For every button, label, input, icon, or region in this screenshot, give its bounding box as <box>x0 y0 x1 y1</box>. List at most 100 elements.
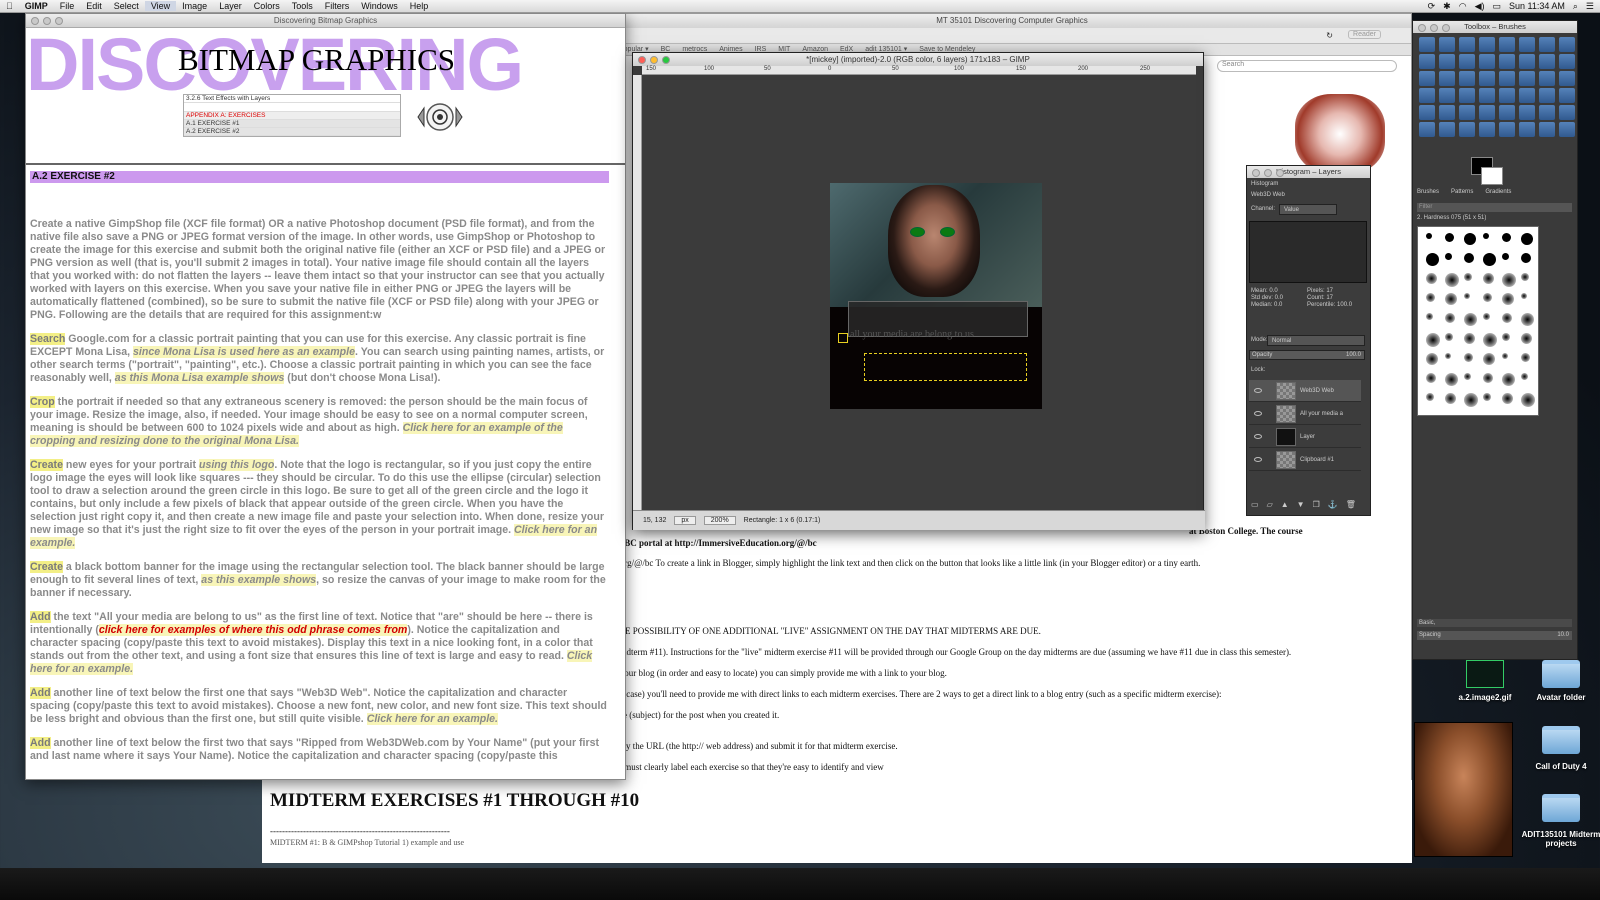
brush-swatch-icon[interactable] <box>1521 273 1529 281</box>
menu-view[interactable]: View <box>144 1 177 11</box>
text-box-handle[interactable] <box>838 333 848 343</box>
notification-icon[interactable]: ☰ <box>1586 1 1594 12</box>
brush-swatch-icon[interactable] <box>1464 313 1477 326</box>
menu-layer[interactable]: Layer <box>213 1 248 11</box>
tool-button-icon[interactable] <box>1439 88 1455 103</box>
brush-swatch-icon[interactable] <box>1483 393 1491 401</box>
brush-swatch-icon[interactable] <box>1483 293 1492 302</box>
duplicate-layer-icon[interactable]: ❐ <box>1313 500 1320 509</box>
spacing-slider[interactable]: Spacing 10.0 <box>1417 631 1572 640</box>
wifi-icon[interactable]: ◠ <box>1459 1 1467 12</box>
brush-swatch-icon[interactable] <box>1502 353 1508 359</box>
brush-swatch-icon[interactable] <box>1426 353 1438 365</box>
minimize-icon[interactable] <box>650 56 658 64</box>
tool-button-icon[interactable] <box>1459 105 1475 120</box>
tab-brushes[interactable]: Brushes <box>1417 189 1439 195</box>
brush-swatch-icon[interactable] <box>1521 293 1527 299</box>
tool-button-icon[interactable] <box>1479 122 1495 137</box>
tool-button-icon[interactable] <box>1519 54 1535 69</box>
layer-row[interactable]: Layer <box>1249 426 1361 448</box>
brush-swatch-icon[interactable] <box>1426 253 1439 266</box>
brush-swatch-icon[interactable] <box>1483 373 1493 383</box>
tool-button-icon[interactable] <box>1499 122 1515 137</box>
tool-button-icon[interactable] <box>1419 88 1435 103</box>
menu-image[interactable]: Image <box>176 1 213 11</box>
histogram-tab[interactable]: Histogram <box>1251 181 1278 187</box>
desktop-icon-label[interactable]: a.2.image2.gif <box>1445 693 1525 702</box>
brush-swatch-icon[interactable] <box>1464 293 1470 299</box>
tool-button-icon[interactable] <box>1439 122 1455 137</box>
layer-row[interactable]: Web3D Web <box>1249 380 1361 402</box>
tool-button-icon[interactable] <box>1499 54 1515 69</box>
tool-button-icon[interactable] <box>1479 88 1495 103</box>
tool-button-icon[interactable] <box>1519 71 1535 86</box>
tool-button-icon[interactable] <box>1519 88 1535 103</box>
brush-swatch-icon[interactable] <box>1445 393 1456 404</box>
tool-button-icon[interactable] <box>1419 122 1435 137</box>
tool-button-icon[interactable] <box>1439 105 1455 120</box>
brush-swatch-icon[interactable] <box>1483 253 1496 266</box>
tool-button-icon[interactable] <box>1439 37 1455 52</box>
brush-swatch-icon[interactable] <box>1521 333 1532 344</box>
brush-swatch-icon[interactable] <box>1502 333 1510 341</box>
desktop-icon-label[interactable]: ADIT135101 Midterm projects <box>1521 830 1600 848</box>
menu-filters[interactable]: Filters <box>319 1 356 11</box>
visibility-eye-icon[interactable] <box>1254 434 1262 439</box>
menu-app[interactable]: GIMP <box>19 1 54 11</box>
zoom-icon[interactable] <box>1442 24 1450 32</box>
background-color-swatch[interactable] <box>1481 167 1503 185</box>
brush-swatch-icon[interactable] <box>1464 353 1473 362</box>
zoom-icon[interactable] <box>662 56 670 64</box>
tool-button-icon[interactable] <box>1459 37 1475 52</box>
brush-swatch-icon[interactable] <box>1502 233 1511 242</box>
brush-swatch-icon[interactable] <box>1483 333 1497 347</box>
example-link[interactable]: Click here for an example. <box>366 713 498 725</box>
nav-item-appendix[interactable]: APPENDIX A: EXERCISES <box>184 112 400 120</box>
menu-colors[interactable]: Colors <box>248 1 286 11</box>
tool-button-icon[interactable] <box>1539 105 1555 120</box>
menu-file[interactable]: File <box>54 1 81 11</box>
nav-item-exercise1[interactable]: A.1 EXERCISE #1 <box>184 120 400 128</box>
brush-swatch-icon[interactable] <box>1464 333 1475 344</box>
brush-swatch-icon[interactable] <box>1426 293 1435 302</box>
layer-row[interactable]: Clipboard #1 <box>1249 449 1361 471</box>
brush-grid[interactable] <box>1417 226 1539 416</box>
brush-swatch-icon[interactable] <box>1502 293 1514 305</box>
sync-icon[interactable]: ⟳ <box>1428 1 1436 12</box>
brush-swatch-icon[interactable] <box>1445 273 1459 287</box>
brush-swatch-icon[interactable] <box>1521 233 1533 245</box>
brush-swatch-icon[interactable] <box>1426 393 1434 401</box>
tool-button-icon[interactable] <box>1499 71 1515 86</box>
apple-icon[interactable]:  <box>0 1 19 11</box>
bluetooth-icon[interactable]: ✱ <box>1443 1 1451 12</box>
example-link[interactable]: using this logo <box>198 459 275 471</box>
channel-select[interactable]: Value <box>1279 204 1337 215</box>
battery-icon[interactable]: ▭ <box>1492 1 1501 12</box>
tool-button-icon[interactable] <box>1559 54 1575 69</box>
tool-button-icon[interactable] <box>1459 54 1475 69</box>
browser-search-field[interactable]: Search <box>1217 60 1397 72</box>
phrase-origin-link[interactable]: click here for examples of where this od… <box>98 624 408 636</box>
folder-icon[interactable] <box>1542 726 1580 754</box>
brush-swatch-icon[interactable] <box>1483 353 1495 365</box>
video-preview[interactable] <box>1414 722 1513 857</box>
tool-button-icon[interactable] <box>1419 71 1435 86</box>
brush-swatch-icon[interactable] <box>1426 373 1436 383</box>
tool-button-icon[interactable] <box>1499 105 1515 120</box>
brush-preset[interactable]: Basic, <box>1417 619 1572 627</box>
example-link[interactable]: since Mona Lisa is used here as an examp… <box>133 346 355 358</box>
tool-button-icon[interactable] <box>1479 71 1495 86</box>
chapter-nav-list[interactable]: 3.2.6 Text Effects with Layers APPENDIX … <box>183 94 401 137</box>
tool-button-icon[interactable] <box>1459 122 1475 137</box>
example-link[interactable]: as this Mona Lisa example shows <box>114 372 285 384</box>
tool-button-icon[interactable] <box>1539 122 1555 137</box>
brush-swatch-icon[interactable] <box>1521 253 1531 263</box>
spotlight-icon[interactable]: ⌕ <box>1573 1 1578 12</box>
tool-button-icon[interactable] <box>1539 37 1555 52</box>
brush-swatch-icon[interactable] <box>1445 293 1457 305</box>
gif-thumbnail[interactable] <box>1466 660 1504 688</box>
lower-layer-icon[interactable]: ▼ <box>1297 500 1305 509</box>
tool-button-icon[interactable] <box>1459 71 1475 86</box>
tool-button-icon[interactable] <box>1499 88 1515 103</box>
reader-button[interactable]: Reader <box>1348 30 1381 39</box>
